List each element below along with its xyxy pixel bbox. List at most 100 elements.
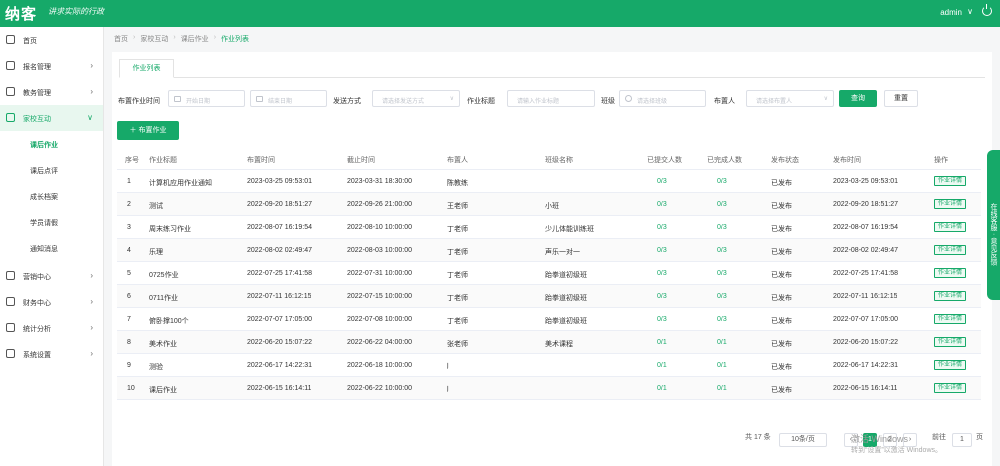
- cell-completed[interactable]: 0/1: [717, 385, 727, 392]
- goto-page-input[interactable]: 1: [952, 433, 972, 447]
- cell-assign: 2022-06-17 14:22:31: [247, 362, 312, 369]
- cell-assign: 2022-07-25 17:41:58: [247, 270, 312, 277]
- add-homework-button[interactable]: ＋ 布置作业: [117, 121, 179, 140]
- cell-assign: 2022-06-15 16:14:11: [247, 385, 312, 392]
- sidebar-item-home[interactable]: 首页: [0, 27, 103, 53]
- home-icon: [6, 35, 15, 44]
- cell-publish: 2022-07-25 17:41:58: [833, 270, 898, 277]
- cell-completed[interactable]: 0/3: [717, 293, 727, 300]
- sidebar-item-finance[interactable]: 财务中心 ›: [0, 289, 103, 315]
- chevron-right-icon: ›: [90, 87, 93, 96]
- user-menu[interactable]: admin: [940, 8, 962, 17]
- cell-title: 乐理: [149, 249, 163, 256]
- cell-no: 10: [127, 385, 135, 392]
- cell-teacher: 丁老师: [447, 272, 468, 279]
- homework-detail-button[interactable]: 作业详情: [934, 314, 966, 324]
- table-row: 8 美术作业 2022-06-20 15:07:22 2022-06-22 04:00…: [117, 331, 981, 354]
- homework-detail-button[interactable]: 作业详情: [934, 360, 966, 370]
- cell-due: 2022-07-08 10:00:00: [347, 316, 412, 323]
- cell-due: 2022-07-15 10:00:00: [347, 293, 412, 300]
- cell-title: 周末练习作业: [149, 226, 191, 233]
- homework-detail-button[interactable]: 作业详情: [934, 291, 966, 301]
- homework-detail-button[interactable]: 作业详情: [934, 199, 966, 209]
- cell-submitted[interactable]: 0/1: [657, 339, 667, 346]
- cell-submitted[interactable]: 0/3: [657, 201, 667, 208]
- breadcrumb-homework[interactable]: 课后作业: [181, 34, 209, 44]
- homework-detail-button[interactable]: 作业详情: [934, 222, 966, 232]
- sidebar-item-home-school[interactable]: 家校互动 ∨: [0, 105, 103, 131]
- sidebar-item-settings[interactable]: 系统设置 ›: [0, 341, 103, 367]
- search-icon: [625, 95, 632, 102]
- cell-submitted[interactable]: 0/3: [657, 247, 667, 254]
- cell-completed[interactable]: 0/3: [717, 224, 727, 231]
- homework-detail-button[interactable]: 作业详情: [934, 245, 966, 255]
- goto-label: 前往: [932, 434, 946, 441]
- cell-no: 2: [127, 201, 131, 208]
- customer-service-tab[interactable]: 在线客服 · 意见反馈: [987, 150, 1000, 300]
- chevron-right-icon: ›: [90, 297, 93, 306]
- title-input[interactable]: 请输入作业标题: [507, 90, 595, 107]
- sidebar-item-marketing[interactable]: 营销中心 ›: [0, 263, 103, 289]
- cell-submitted[interactable]: 0/1: [657, 362, 667, 369]
- cell-status: 已发布: [771, 295, 792, 302]
- cell-completed[interactable]: 0/1: [717, 362, 727, 369]
- windows-watermark: 激活 Windows: [851, 434, 909, 444]
- cell-submitted[interactable]: 0/3: [657, 293, 667, 300]
- breadcrumb-home-school[interactable]: 家校互动: [140, 34, 168, 44]
- cell-completed[interactable]: 0/3: [717, 316, 727, 323]
- homework-detail-button[interactable]: 作业详情: [934, 383, 966, 393]
- cell-no: 7: [127, 316, 131, 323]
- cell-submitted[interactable]: 0/3: [657, 178, 667, 185]
- sidebar-subitem-review[interactable]: 课后点评: [0, 157, 103, 183]
- table-row: 2 测试 2022-09-20 18:51:27 2022-09-26 21:00:0…: [117, 193, 981, 216]
- cell-completed[interactable]: 0/3: [717, 270, 727, 277]
- start-date-input[interactable]: 开始日期: [168, 90, 245, 107]
- sidebar-item-academic[interactable]: 教务管理 ›: [0, 79, 103, 105]
- cell-completed[interactable]: 0/3: [717, 201, 727, 208]
- cell-no: 4: [127, 247, 131, 254]
- cell-submitted[interactable]: 0/1: [657, 385, 667, 392]
- cell-submitted[interactable]: 0/3: [657, 270, 667, 277]
- cell-completed[interactable]: 0/1: [717, 339, 727, 346]
- cell-publish: 2023-03-25 09:53:01: [833, 178, 898, 185]
- cell-submitted[interactable]: 0/3: [657, 316, 667, 323]
- cell-due: 2022-06-18 10:00:00: [347, 362, 412, 369]
- cell-publish: 2022-07-11 16:12:15: [833, 293, 898, 300]
- cell-teacher: 张老师: [447, 341, 468, 348]
- marketing-icon: [6, 271, 15, 280]
- homework-detail-button[interactable]: 作业详情: [934, 337, 966, 347]
- chevron-down-icon: ∨: [449, 96, 454, 102]
- table-header: 序号 作业标题 布置时间 截止时间 布置人 班级名称 已提交人数 已完成人数 发…: [117, 147, 981, 170]
- cell-completed[interactable]: 0/3: [717, 247, 727, 254]
- logout-icon[interactable]: [982, 4, 992, 16]
- reset-button[interactable]: 重置: [884, 90, 918, 107]
- sidebar-item-signup[interactable]: 报名管理 ›: [0, 53, 103, 79]
- homework-detail-button[interactable]: 作业详情: [934, 268, 966, 278]
- page-size-select[interactable]: 10条/页: [779, 433, 827, 447]
- cell-teacher: 丁老师: [447, 295, 468, 302]
- tab-homework-list[interactable]: 作业列表: [119, 59, 174, 78]
- calendar-icon: [174, 96, 181, 102]
- sidebar-subitem-leave[interactable]: 学员请假: [0, 209, 103, 235]
- cell-teacher: j: [447, 385, 449, 392]
- teacher-select[interactable]: 请选择布置人 ∨: [746, 90, 834, 107]
- cell-completed[interactable]: 0/3: [717, 178, 727, 185]
- class-select[interactable]: 请选择班级: [619, 90, 706, 107]
- table-row: 1 计算机应用作业通知 2023-03-25 09:53:01 2023-03-31 …: [117, 170, 981, 193]
- class-label: 班级: [601, 98, 615, 105]
- search-button[interactable]: 查询: [839, 90, 877, 107]
- cell-submitted[interactable]: 0/3: [657, 224, 667, 231]
- sidebar-subitem-growth[interactable]: 成长档案: [0, 183, 103, 209]
- sidebar-subitem-notice[interactable]: 通知消息: [0, 235, 103, 261]
- calendar-icon: [256, 96, 263, 102]
- table-row: 10 课后作业 2022-06-15 16:14:11 2022-06-22 10:0…: [117, 377, 981, 400]
- breadcrumb-home[interactable]: 首页: [114, 34, 128, 44]
- homework-detail-button[interactable]: 作业详情: [934, 176, 966, 186]
- cell-teacher: 丁老师: [447, 249, 468, 256]
- homework-table: 序号 作业标题 布置时间 截止时间 布置人 班级名称 已提交人数 已完成人数 发…: [117, 147, 981, 400]
- chevron-down-icon[interactable]: ∨: [967, 7, 973, 16]
- end-date-input[interactable]: 结束日期: [250, 90, 327, 107]
- send-select[interactable]: 请选择发送方式 ∨: [372, 90, 460, 107]
- sidebar-item-stats[interactable]: 统计分析 ›: [0, 315, 103, 341]
- sidebar-subitem-homework[interactable]: 课后作业: [0, 131, 103, 157]
